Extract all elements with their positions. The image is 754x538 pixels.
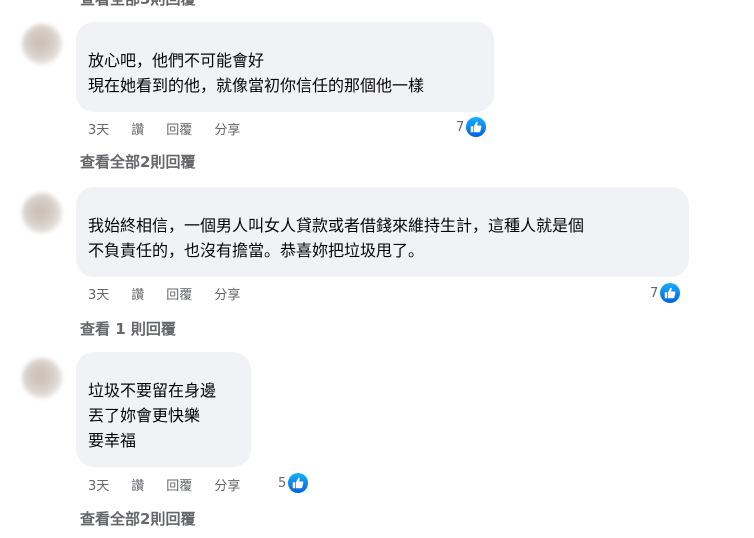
like-icon [466, 117, 487, 137]
like-button[interactable]: 讚 [131, 119, 144, 138]
reply-button[interactable]: 回覆 [166, 475, 192, 494]
like-icon [288, 473, 309, 493]
view-replies-link[interactable]: 查看全部3則回覆 [80, 0, 195, 9]
avatar[interactable] [22, 193, 62, 233]
like-button[interactable]: 讚 [131, 475, 144, 494]
view-replies-link[interactable]: 查看全部2則回覆 [80, 508, 195, 529]
share-button[interactable]: 分享 [214, 284, 240, 303]
reply-button[interactable]: 回覆 [166, 119, 192, 138]
comment-text-line: 不負責任的，也沒有擔當。恭喜妳把垃圾甩了。 [88, 241, 425, 260]
comment-actions: 3天 讚 回覆 分享 [88, 474, 262, 494]
timestamp[interactable]: 3天 [88, 284, 109, 303]
comment-text-line: 現在她看到的他，就像當初你信任的那個他一樣 [88, 76, 425, 95]
reaction-summary[interactable]: 7 [456, 117, 487, 137]
reaction-count: 5 [278, 475, 287, 491]
comment-bubble: 我始終相信，一個男人叫女人貸款或者借錢來維持生計，這種人就是個 不負責任的，也沒… [76, 187, 689, 277]
reaction-count: 7 [650, 285, 659, 301]
share-button[interactable]: 分享 [214, 119, 240, 138]
comment-text-line: 丟了妳會更快樂 [88, 406, 201, 425]
reaction-summary[interactable]: 5 [278, 473, 309, 493]
comment-actions: 3天 讚 回覆 分享 [88, 283, 262, 303]
like-button[interactable]: 讚 [131, 284, 144, 303]
comment-bubble: 垃圾不要留在身邊 丟了妳會更快樂 要幸福 [76, 352, 251, 467]
view-replies-link[interactable]: 查看全部2則回覆 [80, 151, 195, 172]
view-replies-link[interactable]: 查看 1 則回覆 [80, 318, 176, 339]
reaction-summary[interactable]: 7 [650, 283, 681, 303]
comment-text-line: 放心吧，他們不可能會好 [88, 51, 265, 70]
avatar[interactable] [22, 358, 62, 398]
share-button[interactable]: 分享 [214, 475, 240, 494]
reply-button[interactable]: 回覆 [166, 284, 192, 303]
timestamp[interactable]: 3天 [88, 119, 109, 138]
avatar[interactable] [22, 24, 62, 64]
comment-text-line: 我始終相信，一個男人叫女人貸款或者借錢來維持生計，這種人就是個 [88, 216, 585, 235]
comment-bubble: 放心吧，他們不可能會好 現在她看到的他，就像當初你信任的那個他一樣 [76, 22, 494, 112]
comment-text-line: 垃圾不要留在身邊 [88, 381, 217, 400]
reaction-count: 7 [456, 119, 465, 135]
comment-actions: 3天 讚 回覆 分享 [88, 118, 262, 138]
timestamp[interactable]: 3天 [88, 475, 109, 494]
like-icon [660, 283, 681, 303]
comment-text-line: 要幸福 [88, 431, 137, 450]
